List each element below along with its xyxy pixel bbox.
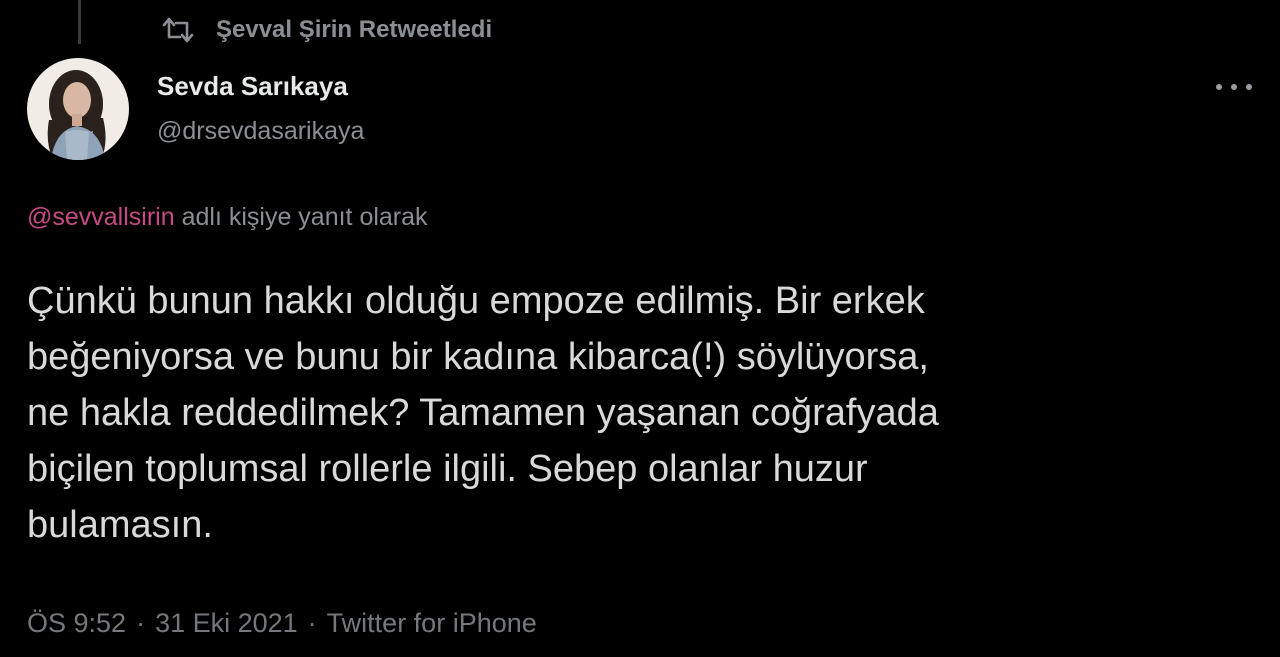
tweet-text-line: bulamasın. [27, 504, 213, 546]
author-handle[interactable]: @drsevdasarikaya [157, 117, 364, 146]
tweet-text-line: biçilen toplumsal rollerle ilgili. Sebep… [27, 448, 868, 490]
reply-context-text: adlı kişiye yanıt olarak [181, 203, 428, 231]
tweet-time: ÖS 9:52 [27, 608, 127, 638]
tweet-text-line: ne hakla reddedilmek? Tamamen yaşanan co… [27, 392, 939, 434]
retweet-icon [160, 15, 196, 45]
tweet-text: Çünkü bunun hakkı olduğu empoze edilmiş.… [27, 273, 1257, 553]
more-options-icon[interactable] [1212, 74, 1256, 100]
menu-dot [1231, 84, 1237, 90]
tweet-timestamp-link[interactable]: ÖS 9:52 · 31 Eki 2021 [27, 608, 298, 638]
tweet-text-line: Çünkü bunun hakkı olduğu empoze edilmiş.… [27, 280, 925, 322]
meta-separator: · [307, 608, 317, 638]
tweet-date: 31 Eki 2021 [155, 608, 298, 638]
reply-mention-link[interactable]: @sevvallsirin [27, 203, 175, 231]
retweet-indicator[interactable]: Şevval Şirin Retweetledi [160, 14, 492, 46]
author-display-name[interactable]: Sevda Sarıkaya [157, 71, 348, 102]
reply-context: @sevvallsirin adlı kişiye yanıt olarak [27, 203, 428, 232]
menu-dot [1246, 84, 1252, 90]
meta-separator: · [136, 608, 146, 638]
tweet-text-line: beğeniyorsa ve bunu bir kadına kibarca(!… [27, 336, 929, 378]
tweet-metadata: ÖS 9:52 · 31 Eki 2021 · Twitter for iPhone [27, 608, 537, 639]
avatar[interactable] [27, 58, 129, 160]
tweet-source-link[interactable]: Twitter for iPhone [327, 608, 537, 638]
menu-dot [1216, 84, 1222, 90]
retweet-label: Şevval Şirin Retweetledi [216, 16, 493, 43]
thread-connector-line [78, 0, 81, 44]
